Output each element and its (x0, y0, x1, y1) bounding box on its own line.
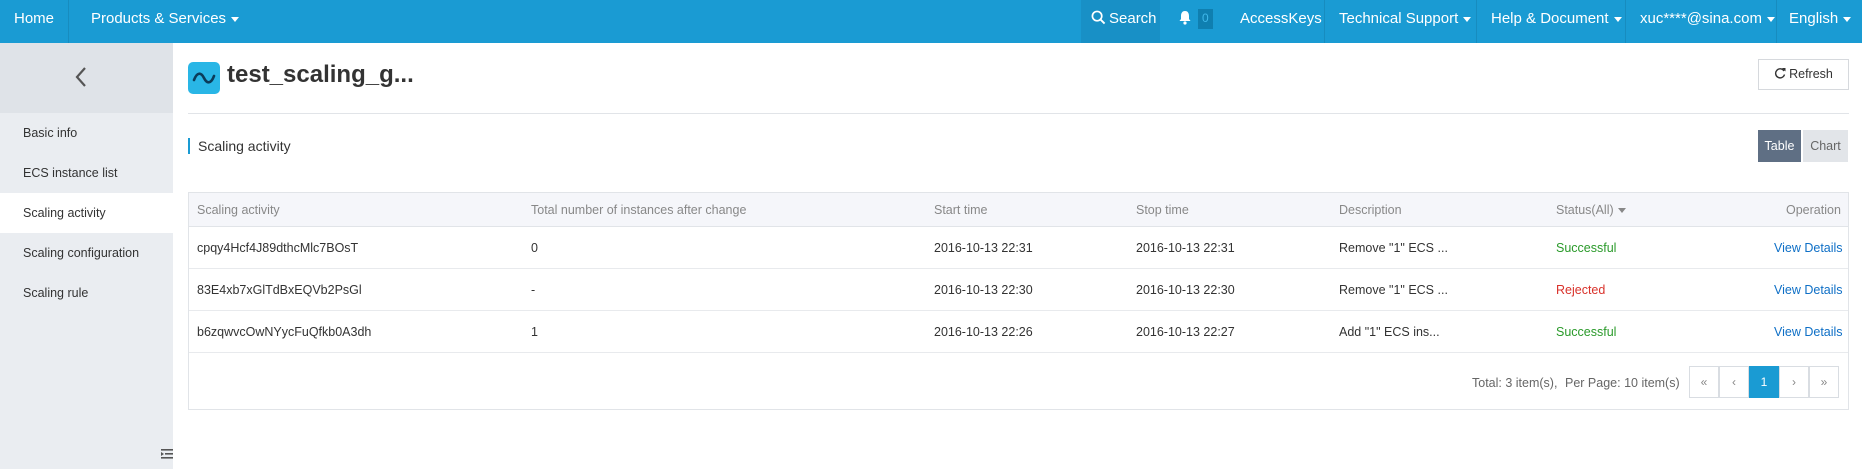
refresh-icon (1775, 68, 1786, 79)
nav-home-link[interactable]: Home (14, 0, 54, 43)
nav-products-label: Products & Services (91, 10, 227, 27)
collapse-menu-icon (161, 449, 173, 459)
header-divider (188, 113, 1849, 114)
nav-accesskeys-link[interactable]: AccessKeys (1240, 0, 1322, 43)
refresh-label: Refresh (1789, 67, 1833, 81)
view-details-link[interactable]: View Details (1774, 227, 1843, 269)
sidebar: Basic info ECS instance list Scaling act… (0, 43, 173, 469)
nav-divider (1625, 0, 1626, 43)
status-filter-dropdown[interactable]: Status(All) (1556, 193, 1626, 227)
cell-activity-id: 83E4xb7xGlTdBxEQVb2PsGl (197, 283, 362, 297)
pagination-per-page: Per Page: 10 item(s) (1565, 376, 1680, 390)
chevron-left-icon (75, 67, 86, 87)
notification-count-badge: 0 (1198, 9, 1213, 30)
nav-divider (1476, 0, 1477, 43)
column-header-description: Description (1339, 203, 1402, 217)
cell-stop-time: 2016-10-13 22:31 (1136, 241, 1235, 255)
chevron-down-icon (1463, 16, 1472, 22)
sidebar-item-scaling-configuration[interactable]: Scaling configuration (0, 233, 173, 273)
column-header-scaling-activity: Scaling activity (197, 203, 280, 217)
pagination-total: Total: 3 item(s), (1472, 376, 1558, 390)
nav-search-label: Search (1109, 10, 1157, 27)
nav-help-label: Help & Document (1491, 10, 1609, 27)
cell-total-instances: 1 (531, 325, 538, 339)
scaling-activity-table: Scaling activity Total number of instanc… (188, 192, 1849, 410)
section-accent-bar (188, 138, 190, 154)
nav-account-label: xuc****@sina.com (1640, 10, 1762, 27)
cell-start-time: 2016-10-13 22:31 (934, 241, 1033, 255)
chevron-down-icon (1617, 208, 1626, 214)
bell-icon (1179, 11, 1191, 25)
cell-description: Remove "1" ECS ... (1339, 241, 1448, 255)
chevron-down-icon (1766, 16, 1775, 22)
page-title: test_scaling_g... (227, 61, 414, 88)
nav-language-label: English (1789, 10, 1839, 27)
cell-start-time: 2016-10-13 22:30 (934, 283, 1033, 297)
nav-technical-support-menu[interactable]: Technical Support (1339, 0, 1472, 43)
column-header-operation: Operation (1786, 203, 1841, 217)
cell-start-time: 2016-10-13 22:26 (934, 325, 1033, 339)
sidebar-item-basic-info[interactable]: Basic info (0, 113, 173, 153)
nav-divider (68, 0, 69, 43)
sidebar-item-scaling-rule[interactable]: Scaling rule (0, 273, 173, 313)
nav-search-button[interactable]: Search (1081, 0, 1160, 43)
table-view-button[interactable]: Table (1758, 130, 1801, 162)
chevron-down-icon (231, 16, 240, 22)
top-navigation-bar: Home Products & Services Search 0 Access… (0, 0, 1862, 43)
section-title: Scaling activity (198, 138, 291, 154)
pagination-next-button[interactable]: › (1779, 366, 1809, 398)
sidebar-item-scaling-activity[interactable]: Scaling activity (0, 193, 173, 233)
chevron-down-icon (1843, 16, 1852, 22)
nav-divider (1776, 0, 1777, 43)
cell-total-instances: - (531, 283, 536, 297)
auto-scaling-product-icon (188, 62, 220, 94)
pagination-last-button[interactable]: » (1809, 366, 1839, 398)
nav-notifications-button[interactable]: 0 (1178, 0, 1213, 43)
nav-technical-support-label: Technical Support (1339, 10, 1459, 27)
sidebar-item-ecs-instance-list[interactable]: ECS instance list (0, 153, 173, 193)
column-header-total-instances: Total number of instances after change (531, 203, 747, 217)
column-header-stop-time: Stop time (1136, 203, 1189, 217)
cell-status: Rejected (1556, 283, 1606, 297)
cell-description: Remove "1" ECS ... (1339, 283, 1448, 297)
view-details-link[interactable]: View Details (1774, 269, 1843, 311)
table-header: Scaling activity Total number of instanc… (189, 193, 1848, 227)
cell-status: Successful (1556, 325, 1617, 339)
refresh-button[interactable]: Refresh (1758, 59, 1849, 90)
column-header-start-time: Start time (934, 203, 988, 217)
chevron-down-icon (1613, 16, 1622, 22)
cell-stop-time: 2016-10-13 22:27 (1136, 325, 1235, 339)
table-row: cpqy4Hcf4J89dthcMlc7BOsT 0 2016-10-13 22… (189, 227, 1848, 269)
pagination-prev-button[interactable]: ‹ (1719, 366, 1749, 398)
nav-help-menu[interactable]: Help & Document (1491, 0, 1622, 43)
nav-account-menu[interactable]: xuc****@sina.com (1640, 0, 1775, 43)
chart-view-button[interactable]: Chart (1803, 130, 1848, 162)
sidebar-back-button[interactable] (0, 43, 173, 113)
nav-products-menu[interactable]: Products & Services (91, 0, 240, 43)
cell-status: Successful (1556, 241, 1617, 255)
cell-activity-id: cpqy4Hcf4J89dthcMlc7BOsT (197, 241, 359, 255)
sidebar-collapse-toggle[interactable] (161, 448, 173, 463)
view-details-link[interactable]: View Details (1774, 311, 1843, 353)
nav-language-menu[interactable]: English (1789, 0, 1852, 43)
pagination-first-button[interactable]: « (1689, 366, 1719, 398)
table-row: b6zqwvcOwNYycFuQfkb0A3dh 1 2016-10-13 22… (189, 311, 1848, 353)
cell-stop-time: 2016-10-13 22:30 (1136, 283, 1235, 297)
search-icon (1091, 10, 1106, 25)
table-row: 83E4xb7xGlTdBxEQVb2PsGl - 2016-10-13 22:… (189, 269, 1848, 311)
cell-description: Add "1" ECS ins... (1339, 325, 1440, 339)
pagination-page-1[interactable]: 1 (1749, 366, 1779, 398)
nav-divider (1324, 0, 1325, 43)
cell-total-instances: 0 (531, 241, 538, 255)
cell-activity-id: b6zqwvcOwNYycFuQfkb0A3dh (197, 325, 372, 339)
column-header-status: Status(All) (1556, 203, 1614, 217)
